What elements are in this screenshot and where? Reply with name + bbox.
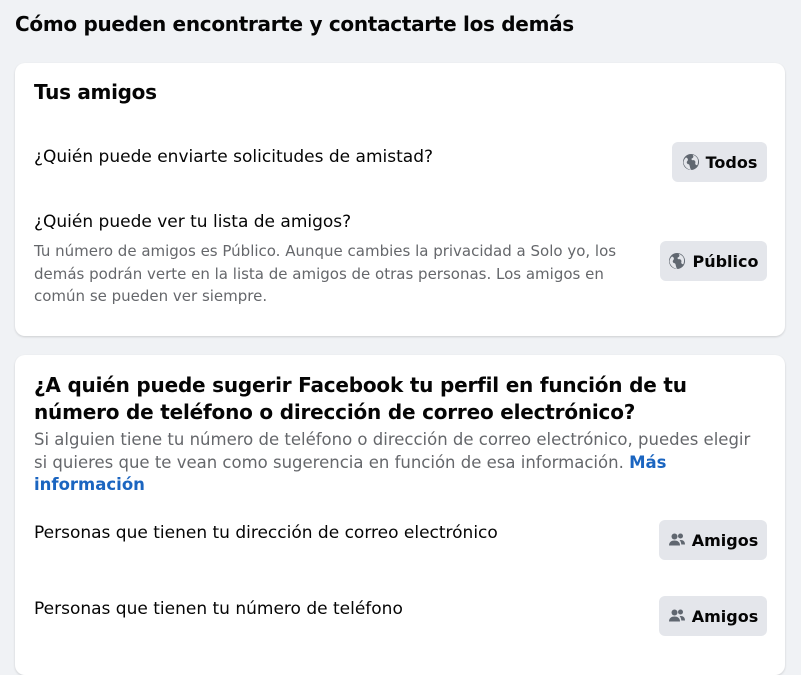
globe-icon xyxy=(668,252,686,270)
friends-icon xyxy=(668,531,686,549)
page-title: Cómo pueden encontrarte y contactarte lo… xyxy=(15,12,574,36)
globe-icon xyxy=(682,153,700,171)
friend-requests-label: ¿Quién puede enviarte solicitudes de ami… xyxy=(34,147,434,167)
phone-setting-label: Personas que tienen tu número de teléfon… xyxy=(34,599,403,619)
friends-list-label: ¿Quién puede ver tu lista de amigos? xyxy=(34,212,352,232)
email-audience-button[interactable]: Amigos xyxy=(659,520,767,560)
phone-audience-label: Amigos xyxy=(691,606,759,626)
friend-requests-audience-button[interactable]: Todos xyxy=(672,142,767,182)
suggestions-settings-card: ¿A quién puede sugerir Facebook tu perfi… xyxy=(15,355,785,675)
suggestions-section-title: ¿A quién puede sugerir Facebook tu perfi… xyxy=(34,373,687,424)
phone-audience-button[interactable]: Amigos xyxy=(659,596,767,636)
friends-list-audience-label: Público xyxy=(692,251,759,271)
email-setting-label: Personas que tienen tu dirección de corr… xyxy=(34,523,498,543)
friend-requests-audience-label: Todos xyxy=(705,152,758,172)
friends-section-title: Tus amigos xyxy=(34,80,157,104)
friends-list-description: Tu número de amigos es Público. Aunque c… xyxy=(34,242,617,305)
email-audience-label: Amigos xyxy=(691,530,759,550)
friends-icon xyxy=(668,607,686,625)
friends-settings-card: Tus amigos ¿Quién puede enviarte solicit… xyxy=(15,63,785,336)
suggestions-section-description: Si alguien tiene tu número de teléfono o… xyxy=(34,429,764,497)
friends-list-audience-button[interactable]: Público xyxy=(660,241,767,281)
